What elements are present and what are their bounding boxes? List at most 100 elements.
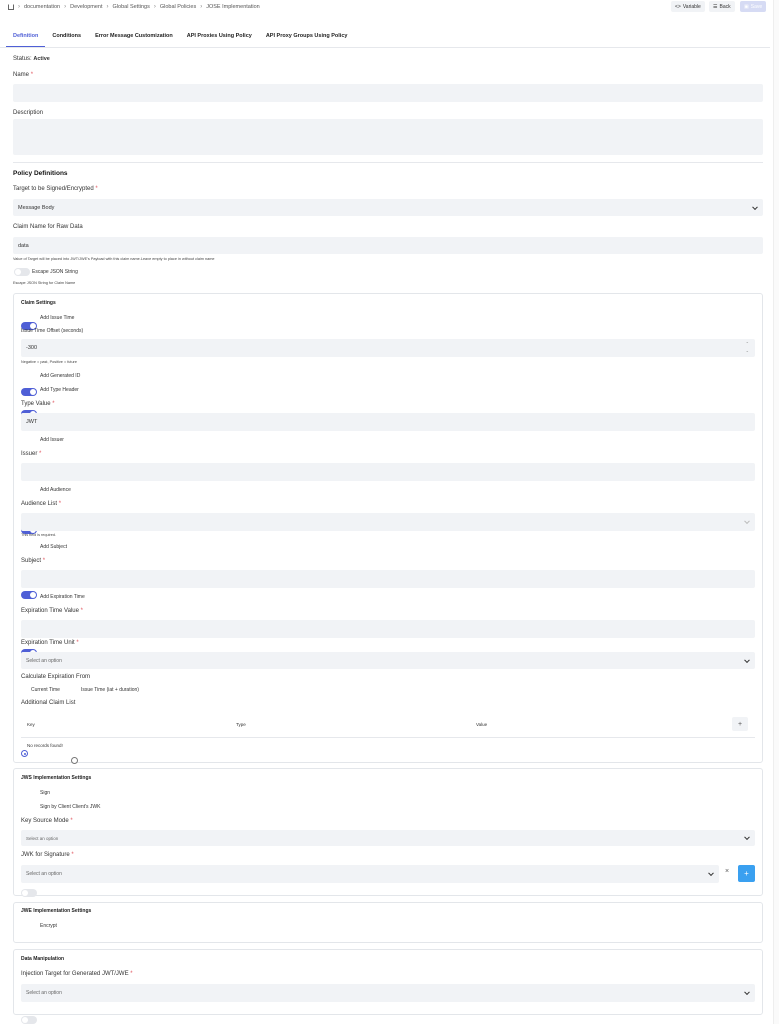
- spin-down-icon[interactable]: ⌄: [746, 348, 749, 353]
- back-button[interactable]: ☰ Back: [709, 1, 735, 12]
- subject-label: Subject *: [21, 558, 46, 564]
- chevron-right-icon: ›: [106, 4, 109, 10]
- target-label: Target to be Signed/Encrypted *: [13, 186, 98, 192]
- add-claim-button[interactable]: +: [732, 717, 748, 731]
- jwk-for-signature-select[interactable]: Select an option: [21, 865, 719, 883]
- type-value-label: Type Value *: [21, 401, 55, 407]
- add-issue-time-label: Add Issue Time: [40, 315, 75, 321]
- sign-label: Sign: [40, 790, 51, 796]
- save-button[interactable]: ▣ Save: [740, 1, 767, 12]
- chevron-right-icon: ›: [153, 4, 156, 10]
- chevron-right-icon: ›: [200, 4, 203, 10]
- column-header-type: Type: [236, 722, 246, 727]
- tab-conditions[interactable]: Conditions: [45, 29, 88, 47]
- key-source-mode-label: Key Source Mode *: [21, 818, 73, 824]
- subject-input[interactable]: [21, 570, 755, 588]
- data-manipulation-title: Data Manipulation: [21, 956, 65, 962]
- encrypt-label: Encrypt: [40, 923, 57, 929]
- add-expiration-time-label: Add Expiration Time: [40, 594, 85, 600]
- page-scrollbar[interactable]: [773, 0, 779, 1024]
- tab-definition[interactable]: Definition: [6, 29, 46, 47]
- claim-name-hint: Value of Target will be placed into JWT/…: [13, 257, 215, 261]
- issue-time-offset-label: Issue Time Offset (seconds): [21, 328, 84, 334]
- tab-bar: Definition Conditions Error Message Cust…: [6, 29, 354, 47]
- add-issuer-label: Add Issuer: [40, 437, 64, 443]
- sign-by-client-label: Sign by Client Client's JWK: [40, 804, 101, 810]
- name-input[interactable]: [13, 84, 763, 102]
- add-audience-label: Add Audience: [40, 487, 71, 493]
- injection-target-select[interactable]: Select an option: [21, 984, 755, 1002]
- escape-json-toggle[interactable]: [14, 268, 30, 276]
- audience-list-label: Audience List *: [21, 501, 62, 507]
- name-label: Name *: [13, 72, 34, 78]
- expiration-time-unit-label: Expiration Time Unit *: [21, 640, 79, 646]
- column-header-key: Key: [27, 722, 35, 727]
- calculate-expiration-label: Calculate Expiration From: [21, 674, 91, 680]
- audience-list-error: This field is required.: [21, 533, 57, 537]
- expiration-time-value-label: Expiration Time Value *: [21, 608, 83, 614]
- status-row: Status: Active: [13, 56, 50, 62]
- add-jwk-button[interactable]: +: [738, 865, 755, 882]
- expiration-time-unit-select[interactable]: Select an option: [21, 652, 755, 669]
- additional-claims-label: Additional Claim List: [21, 700, 76, 706]
- breadcrumb-item[interactable]: documentation: [24, 4, 60, 10]
- audience-list-select[interactable]: [21, 513, 755, 531]
- injection-target-label: Injection Target for Generated JWT/JWE *: [21, 971, 133, 977]
- spin-up-icon[interactable]: ⌃: [746, 341, 749, 346]
- add-subject-toggle[interactable]: [21, 591, 37, 599]
- jwe-settings-title: JWE Implementation Settings: [21, 908, 92, 914]
- encrypt-toggle[interactable]: [21, 1016, 37, 1024]
- chevron-right-icon: ›: [18, 4, 20, 10]
- home-icon[interactable]: [8, 4, 14, 10]
- add-type-header-label: Add Type Header: [40, 387, 79, 393]
- save-icon: ▣: [744, 3, 749, 10]
- jwk-for-signature-label: JWK for Signature *: [21, 852, 74, 858]
- radio-issue-time-label: Issue Time (iat + duration): [81, 687, 139, 693]
- add-generated-id-toggle[interactable]: [21, 388, 37, 396]
- empty-table-message: No records found!: [27, 743, 63, 748]
- issue-time-offset-input[interactable]: -300 ⌃ ⌄: [21, 339, 755, 357]
- data-manipulation-card: [13, 949, 763, 1015]
- chevron-right-icon: ›: [64, 4, 67, 10]
- chevron-down-icon: [744, 518, 750, 525]
- breadcrumb-item[interactable]: Global Settings: [113, 4, 150, 10]
- breadcrumb-current: JOSE Implementation: [206, 4, 260, 10]
- code-icon: <>: [675, 3, 681, 10]
- jwe-settings-card: [13, 902, 763, 943]
- column-header-value: Value: [476, 722, 488, 727]
- breadcrumb-item[interactable]: Global Policies: [160, 4, 196, 10]
- tab-error-message-customization[interactable]: Error Message Customization: [88, 29, 180, 47]
- tab-divider: [0, 47, 770, 48]
- claim-name-input[interactable]: data: [13, 237, 763, 254]
- divider: [13, 162, 763, 163]
- clear-icon[interactable]: ×: [725, 868, 729, 875]
- jws-settings-title: JWS Implementation Settings: [21, 775, 92, 781]
- issue-time-offset-hint: Negative = past, Positive = future: [21, 360, 77, 364]
- sign-by-client-toggle[interactable]: [21, 889, 37, 897]
- add-generated-id-label: Add Generated ID: [40, 373, 81, 379]
- list-icon: ☰: [713, 3, 718, 10]
- section-title-policy-definitions: Policy Definitions: [13, 170, 68, 177]
- radio-current-time[interactable]: [21, 750, 28, 757]
- radio-current-time-label: Current Time: [31, 687, 60, 693]
- tab-api-proxies-using-policy[interactable]: API Proxies Using Policy: [180, 29, 259, 47]
- variable-button[interactable]: <> Variable: [671, 1, 705, 12]
- issuer-input[interactable]: [21, 463, 755, 481]
- breadcrumb-item[interactable]: Development: [70, 4, 102, 10]
- escape-json-hint: Escape JSON String for Claim Name: [13, 281, 76, 285]
- tab-api-proxy-groups-using-policy[interactable]: API Proxy Groups Using Policy: [259, 29, 355, 47]
- radio-issue-time[interactable]: [71, 757, 78, 764]
- type-value-input[interactable]: JWT: [21, 413, 755, 431]
- description-textarea[interactable]: [13, 119, 763, 155]
- issuer-label: Issuer *: [21, 451, 42, 457]
- expiration-time-value-input[interactable]: [21, 620, 755, 638]
- table-divider: [21, 737, 755, 738]
- escape-json-label: Escape JSON String: [32, 269, 78, 275]
- claim-settings-title: Claim Settings: [21, 300, 56, 306]
- claim-name-label: Claim Name for Raw Data: [13, 224, 83, 230]
- add-subject-label: Add Subject: [40, 544, 67, 550]
- breadcrumb: › documentation › Development › Global S…: [8, 4, 260, 10]
- top-bar: › documentation › Development › Global S…: [0, 0, 779, 15]
- key-source-mode-select[interactable]: Select an option: [21, 830, 755, 846]
- target-select[interactable]: Message Body: [13, 199, 763, 216]
